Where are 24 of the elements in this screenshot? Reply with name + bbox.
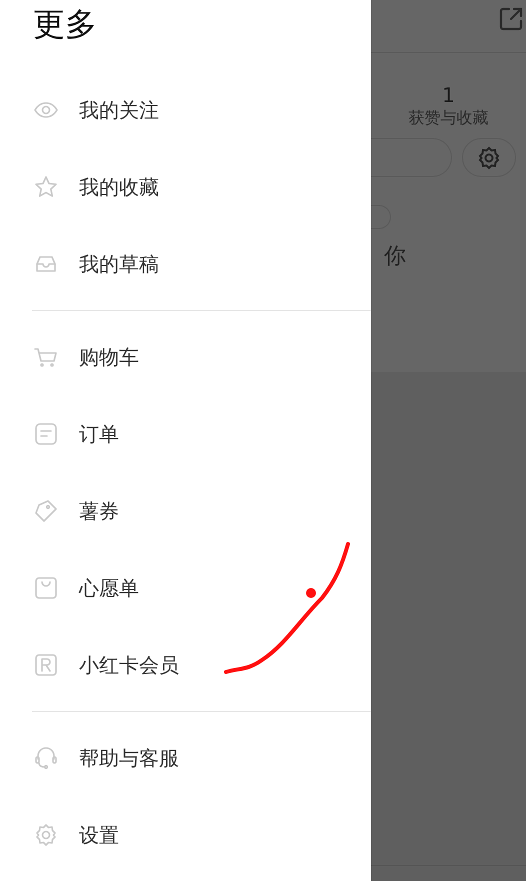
menu-item[interactable]: 薯券 [32,472,371,549]
document-icon [33,420,59,446]
menu-item[interactable]: 帮助与客服 [32,719,371,796]
star-icon [33,174,59,200]
menu-item[interactable]: 订单 [32,395,371,472]
bio-text: 你 [384,244,406,269]
menu-item[interactable]: 设置 [32,796,371,873]
menu-item[interactable]: 我的收藏 [0,148,371,225]
likes-label: 获赞与收藏 [408,107,488,129]
likes-count: 1 [442,83,455,107]
menu-item[interactable]: 我的草稿 [0,225,371,302]
menu-item[interactable]: 我的关注 [0,71,371,148]
settings-icon [477,146,501,170]
bag-icon [33,574,59,600]
menu-item[interactable]: 心愿单 [32,549,371,626]
share-icon[interactable] [498,6,524,32]
tag-icon [33,498,59,524]
r-badge-icon [33,652,59,678]
menu-item[interactable]: 小红卡会员 [32,626,371,703]
settings-button[interactable] [462,138,516,177]
headset-icon [33,744,59,770]
annotation-dot [306,588,316,598]
drawer-title: 更多 [33,5,97,43]
menu-item[interactable]: 购物车 [32,318,371,395]
